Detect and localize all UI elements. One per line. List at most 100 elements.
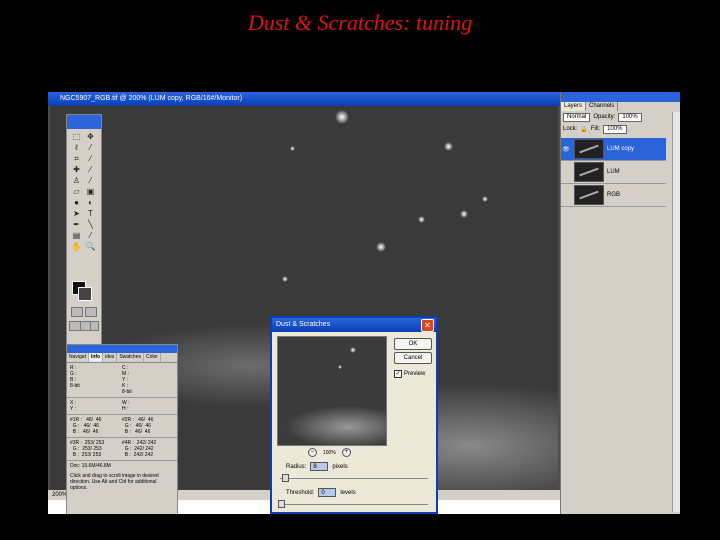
notes-icon[interactable]: ▤	[71, 231, 82, 240]
blur-icon[interactable]: ●	[71, 198, 82, 207]
sampler-4-readout: #4R : 242/ 242 G : 242/ 242 B : 242/ 242	[122, 440, 157, 458]
info-palette: Navigat Info ides Swatches Color R : G :…	[66, 344, 178, 514]
star	[350, 347, 356, 353]
toolbox-grip[interactable]	[67, 115, 101, 129]
star	[335, 110, 349, 124]
star	[460, 210, 468, 218]
star	[418, 216, 425, 223]
zoom-icon[interactable]: 🔍	[85, 242, 96, 251]
threshold-unit: levels	[340, 489, 356, 496]
radius-input[interactable]: 8	[310, 462, 329, 471]
tab-layers[interactable]: Layers	[561, 102, 587, 111]
layer-name: LUM	[607, 169, 620, 175]
layers-palette: Layers Channels Normal Opacity: 100% Loc…	[560, 92, 680, 514]
info-position-readout: X : Y : W : H :	[67, 398, 177, 415]
eraser-icon[interactable]: ▱	[71, 187, 82, 196]
threshold-slider-track[interactable]	[280, 504, 428, 505]
threshold-slider-handle[interactable]	[278, 500, 285, 508]
stamp-icon[interactable]: ♙	[71, 176, 82, 185]
threshold-label: Threshold:	[286, 489, 315, 496]
pen-icon[interactable]: ✒	[71, 220, 82, 229]
hand-icon[interactable]: ✋	[71, 242, 82, 251]
blend-mode-select[interactable]: Normal	[563, 112, 591, 122]
cancel-button[interactable]: Cancel	[394, 352, 432, 364]
crop-icon[interactable]: ⌗	[71, 154, 82, 163]
threshold-input[interactable]: 0	[318, 488, 337, 497]
threshold-row: Threshold: 0 levels	[286, 488, 356, 497]
eye-icon[interactable]: 👁	[561, 146, 571, 153]
zoom-in-icon[interactable]: +	[341, 448, 351, 457]
doc-size-readout: Doc: 15.6M/46.8M	[70, 463, 111, 469]
star	[444, 142, 453, 151]
sampler-3-readout: #3R : 253/ 253 G : 253/ 253 B : 253/ 253	[70, 440, 105, 458]
magic-wand-icon[interactable]: ⁄	[85, 143, 96, 152]
tool-hint: Click and drag to scroll image in desire…	[70, 473, 159, 491]
info-samplers-1: #1R : 46/ 46 G : 46/ 46 B : 46/ 46 #2R :…	[67, 415, 177, 438]
document-title[interactable]: NGC5907_RGB.tif @ 200% (LUM copy, RGB/16…	[48, 92, 560, 106]
preview-checkbox[interactable]: ✓	[394, 370, 402, 378]
history-brush-icon[interactable]: ⁄	[85, 176, 96, 185]
marquee-icon[interactable]: ⬚	[71, 132, 82, 141]
info-samplers-2: #3R : 253/ 253 G : 253/ 253 B : 253/ 253…	[67, 438, 177, 461]
photoshop-screen: NGC5907_RGB.tif @ 200% (LUM copy, RGB/16…	[48, 92, 680, 514]
lock-fill-row: Lock: 🔒 Fill: 100%	[561, 123, 680, 135]
gradient-icon[interactable]: ▣	[85, 187, 96, 196]
move-icon[interactable]: ✥	[85, 132, 96, 141]
dialog-title[interactable]: Dust & Scratches	[272, 318, 436, 332]
ok-button[interactable]: OK	[394, 338, 432, 350]
blend-opacity-row: Normal Opacity: 100%	[561, 111, 680, 123]
standard-mode-button[interactable]	[71, 307, 83, 317]
layers-titlebar[interactable]	[561, 92, 680, 102]
opacity-label: Opacity:	[593, 114, 616, 120]
slide-title: Dust & Scratches: tuning	[247, 10, 473, 35]
close-icon[interactable]: ✕	[421, 319, 434, 332]
line-icon[interactable]: ╲	[85, 220, 96, 229]
layers-tabs: Layers Channels	[561, 102, 680, 111]
radius-row: Radius: 8 pixels	[286, 462, 348, 471]
brush-icon[interactable]: ⁄	[85, 165, 96, 174]
layer-thumbnail	[574, 162, 604, 182]
info-palette-tabs: Navigat Info ides Swatches Color	[67, 353, 177, 363]
tab-guides[interactable]: ides	[103, 353, 118, 362]
tab-navigator[interactable]: Navigat	[67, 353, 89, 362]
layer-row[interactable]: LUM	[561, 161, 666, 184]
opacity-field[interactable]: 100%	[618, 112, 642, 122]
toolbox: ⬚ ✥ ℓ ⁄ ⌗ ⁄ ✚ ⁄ ♙ ⁄ ▱ ▣ ● ◐ ➤ T ✒ ╲ ▤ ⁄ …	[66, 114, 102, 346]
healing-icon[interactable]: ✚	[71, 165, 82, 174]
info-palette-titlebar[interactable]	[67, 345, 177, 353]
preview-checkbox-row[interactable]: ✓ Preview	[394, 370, 425, 378]
slice-icon[interactable]: ⁄	[85, 154, 96, 163]
layers-scrollbar[interactable]	[672, 112, 680, 512]
radius-slider-handle[interactable]	[282, 474, 289, 482]
fill-label: Fill:	[590, 126, 601, 132]
filter-preview[interactable]	[277, 336, 387, 446]
quick-mask-button[interactable]	[85, 307, 97, 317]
rgb-readout: R : G : B : 8-bit	[70, 365, 80, 389]
sampler-1-readout: #1R : 46/ 46 G : 46/ 46 B : 46/ 46	[70, 417, 102, 435]
lasso-icon[interactable]: ℓ	[71, 143, 82, 152]
info-color-readout: R : G : B : 8-bit C : M : Y : K : 8-bit	[67, 363, 177, 398]
tab-color[interactable]: Color	[144, 353, 161, 362]
xy-readout: X : Y :	[70, 400, 77, 412]
tab-swatches[interactable]: Swatches	[117, 353, 144, 362]
screen-mode-black-button[interactable]	[90, 321, 99, 331]
dodge-icon[interactable]: ◐	[85, 198, 96, 207]
fill-field[interactable]: 100%	[603, 124, 627, 134]
type-icon[interactable]: T	[85, 209, 96, 218]
layer-row[interactable]: 👁 LUM copy	[561, 138, 666, 161]
star	[376, 242, 386, 252]
preview-label: Preview	[404, 371, 426, 377]
zoom-out-icon[interactable]: −	[308, 448, 317, 457]
path-select-icon[interactable]: ➤	[71, 209, 82, 218]
layer-thumbnail	[574, 185, 604, 205]
layer-row[interactable]: RGB	[561, 184, 666, 207]
lock-icon[interactable]: 🔒	[580, 126, 587, 133]
lock-label: Lock:	[563, 126, 578, 132]
radius-label: Radius:	[286, 463, 307, 470]
sampler-2-readout: #2R : 46/ 46 G : 46/ 46 B : 46/ 46	[122, 417, 154, 435]
radius-slider-track[interactable]	[280, 478, 428, 479]
background-color-swatch[interactable]	[78, 287, 92, 301]
tab-channels[interactable]: Channels	[586, 102, 619, 111]
tab-info[interactable]: Info	[88, 353, 104, 362]
eyedropper-icon[interactable]: ⁄	[85, 231, 96, 240]
